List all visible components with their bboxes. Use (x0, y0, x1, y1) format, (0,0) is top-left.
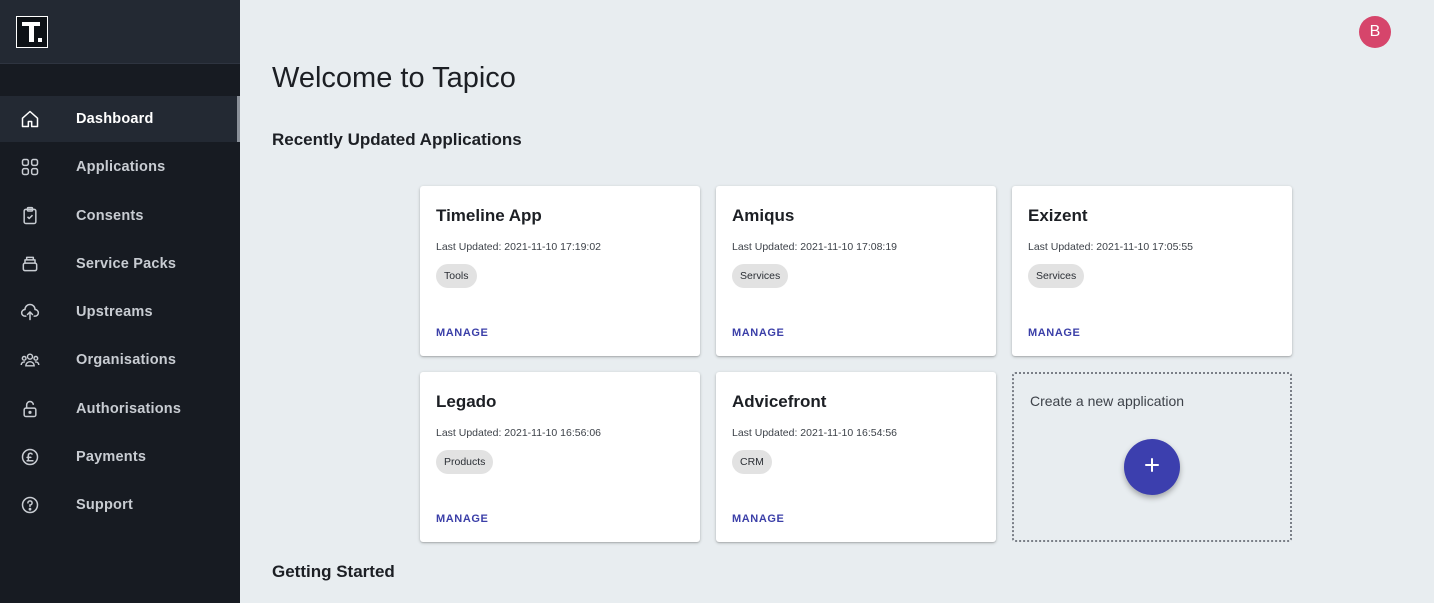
manage-button[interactable]: MANAGE (732, 327, 785, 339)
sidebar-header (0, 0, 240, 64)
sidebar-item-support[interactable]: Support (0, 482, 240, 528)
card-title: Timeline App (436, 206, 542, 225)
sidebar-item-label: Applications (76, 159, 166, 176)
sidebar-item-label: Upstreams (76, 304, 153, 321)
tapico-logo[interactable] (16, 16, 48, 48)
sidebar-item-consents[interactable]: Consents (0, 193, 240, 239)
help-icon (20, 495, 40, 515)
manage-button[interactable]: MANAGE (436, 513, 489, 525)
card-last-updated: Last Updated: 2021-11-10 17:19:02 (436, 241, 602, 253)
sidebar-item-applications[interactable]: Applications (0, 144, 240, 190)
category-chip: CRM (732, 450, 772, 474)
add-application-button[interactable] (1124, 439, 1180, 495)
sidebar-item-label: Service Packs (76, 255, 177, 272)
sidebar-item-label: Consents (76, 207, 144, 224)
application-card: Amiqus Last Updated: 2021-11-10 17:08:19… (716, 186, 996, 356)
manage-button[interactable]: MANAGE (436, 327, 489, 339)
lock-icon (20, 399, 40, 419)
application-card: Advicefront Last Updated: 2021-11-10 16:… (716, 372, 996, 542)
card-title: Legado (436, 392, 497, 411)
sidebar-item-upstreams[interactable]: Upstreams (0, 289, 240, 335)
sidebar-item-label: Organisations (76, 352, 177, 369)
plus-icon (1144, 457, 1160, 478)
card-last-updated: Last Updated: 2021-11-10 17:08:19 (732, 241, 898, 253)
card-last-updated: Last Updated: 2021-11-10 16:54:56 (732, 427, 898, 439)
people-icon (20, 350, 40, 370)
sidebar-item-label: Payments (76, 449, 147, 466)
create-application-card[interactable]: Create a new application (1012, 372, 1292, 542)
recent-applications-heading: Recently Updated Applications (272, 130, 522, 149)
sidebar-item-dashboard[interactable]: Dashboard (0, 96, 240, 142)
create-application-label: Create a new application (1030, 393, 1185, 409)
manage-button[interactable]: MANAGE (732, 513, 785, 525)
card-title: Advicefront (732, 392, 827, 411)
sidebar-item-authorisations[interactable]: Authorisations (0, 386, 240, 432)
sidebar-item-label: Authorisations (76, 400, 182, 417)
category-chip: Tools (436, 264, 477, 288)
category-chip: Services (732, 264, 789, 288)
application-card: Timeline App Last Updated: 2021-11-10 17… (420, 186, 700, 356)
home-icon (20, 109, 40, 129)
category-chip: Products (436, 450, 494, 474)
application-card: Exizent Last Updated: 2021-11-10 17:05:5… (1012, 186, 1292, 356)
sidebar-item-label: Support (76, 497, 133, 514)
grid-icon (20, 157, 40, 177)
cloud-upload-icon (20, 302, 40, 322)
pound-icon (20, 447, 40, 467)
sidebar-item-label: Dashboard (76, 111, 154, 127)
application-card: Legado Last Updated: 2021-11-10 16:56:06… (420, 372, 700, 542)
sidebar: Dashboard Applications Consents Service … (0, 0, 240, 603)
user-avatar[interactable]: B (1359, 16, 1391, 48)
category-chip: Services (1028, 264, 1085, 288)
stack-icon (20, 254, 40, 274)
sidebar-item-organisations[interactable]: Organisations (0, 337, 240, 383)
card-last-updated: Last Updated: 2021-11-10 17:05:55 (1028, 241, 1194, 253)
sidebar-item-service-packs[interactable]: Service Packs (0, 241, 240, 287)
getting-started-heading: Getting Started (272, 562, 395, 581)
card-title: Amiqus (732, 206, 795, 225)
manage-button[interactable]: MANAGE (1028, 327, 1081, 339)
card-title: Exizent (1028, 206, 1088, 225)
sidebar-nav: Dashboard Applications Consents Service … (0, 96, 240, 531)
clipboard-check-icon (20, 206, 40, 226)
card-last-updated: Last Updated: 2021-11-10 16:56:06 (436, 427, 602, 439)
sidebar-item-payments[interactable]: Payments (0, 434, 240, 480)
page-title: Welcome to Tapico (272, 62, 516, 94)
